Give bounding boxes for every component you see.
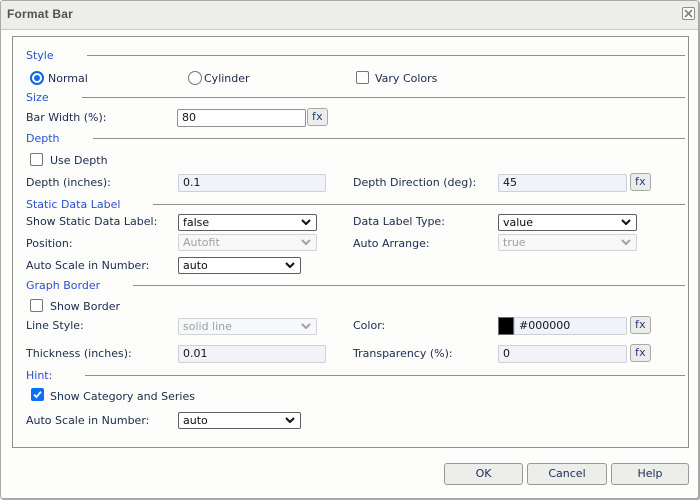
auto-scale-value: auto: [183, 259, 208, 272]
section-style-rule: [86, 55, 685, 56]
transparency-label: Transparency (%):: [353, 347, 453, 360]
section-depth-label: Depth: [26, 132, 60, 145]
checkbox-show-border-label: Show Border: [50, 300, 121, 313]
depth-direction-input: 45: [498, 174, 627, 192]
line-style-select: solid line: [178, 318, 317, 335]
auto-scale2-value: auto: [183, 414, 208, 427]
position-label: Position:: [26, 237, 73, 250]
section-style-label: Style: [26, 49, 54, 62]
auto-scale2-select[interactable]: auto: [178, 412, 301, 429]
thickness-input: 0.01: [178, 345, 326, 363]
color-label: Color:: [353, 319, 386, 332]
data-label-type-select[interactable]: value: [498, 214, 637, 231]
auto-arrange-select: true: [498, 234, 637, 251]
checkbox-show-border[interactable]: [30, 299, 43, 312]
chevron-down-icon: [285, 416, 295, 423]
section-graph-border-label: Graph Border: [26, 279, 101, 292]
checkbox-show-category-label: Show Category and Series: [50, 390, 195, 403]
radio-cylinder[interactable]: [188, 71, 202, 85]
transparency-fx-button[interactable]: fx: [630, 344, 651, 362]
show-static-data-label-label: Show Static Data Label:: [26, 215, 158, 228]
depth-direction-fx-button[interactable]: fx: [630, 173, 651, 191]
radio-normal[interactable]: [30, 71, 44, 85]
auto-scale2-label: Auto Scale in Number:: [26, 414, 150, 427]
radio-normal-label: Normal: [48, 72, 88, 85]
help-button[interactable]: Help: [611, 463, 689, 485]
section-depth-rule: [92, 138, 685, 139]
close-button[interactable]: [682, 7, 695, 20]
depth-inches-input: 0.1: [178, 174, 326, 192]
depth-direction-label: Depth Direction (deg):: [353, 176, 477, 189]
position-select: Autofit: [178, 234, 317, 251]
auto-scale-label: Auto Scale in Number:: [26, 259, 150, 272]
section-static-data-label-label: Static Data Label: [26, 198, 121, 211]
bar-width-label: Bar Width (%):: [26, 111, 107, 124]
line-style-label: Line Style:: [26, 319, 84, 332]
checkbox-vary-colors-label: Vary Colors: [375, 72, 438, 85]
color-fx-button[interactable]: fx: [630, 316, 651, 334]
cancel-button[interactable]: Cancel: [527, 463, 607, 485]
section-size-rule: [81, 97, 685, 98]
depth-inches-label: Depth (inches):: [26, 176, 111, 189]
dialog-title: Format Bar: [7, 7, 74, 21]
thickness-label: Thickness (inches):: [26, 347, 132, 360]
data-label-type-label: Data Label Type:: [353, 215, 445, 228]
chevron-down-icon: [621, 218, 631, 225]
auto-scale-select[interactable]: auto: [178, 257, 301, 274]
section-depth: Depth: [26, 132, 685, 145]
section-style: Style: [26, 49, 685, 62]
color-input: #000000: [514, 317, 627, 335]
title-bar: Format Bar: [1, 1, 698, 30]
section-hint: Hint:: [26, 369, 685, 382]
auto-arrange-value: true: [503, 236, 526, 249]
check-icon: [33, 391, 42, 399]
auto-arrange-label: Auto Arrange:: [353, 237, 430, 250]
position-value: Autofit: [183, 236, 220, 249]
checkbox-use-depth[interactable]: [30, 153, 43, 166]
section-graph-border-rule: [133, 285, 685, 286]
section-static-data-label-rule: [153, 204, 685, 205]
line-style-value: solid line: [183, 320, 232, 333]
chevron-down-icon: [301, 322, 311, 329]
bar-width-input[interactable]: 80: [177, 109, 306, 127]
close-icon: [684, 9, 693, 18]
section-hint-label: Hint:: [26, 369, 53, 382]
chevron-down-icon: [301, 218, 311, 225]
transparency-input: 0: [498, 345, 627, 363]
checkbox-vary-colors[interactable]: [356, 71, 369, 84]
chevron-down-icon: [621, 238, 631, 245]
bar-width-fx-button[interactable]: fx: [307, 108, 328, 126]
section-graph-border: Graph Border: [26, 279, 685, 292]
section-hint-rule: [85, 375, 685, 376]
color-swatch[interactable]: [498, 317, 514, 335]
ok-button[interactable]: OK: [444, 463, 523, 485]
format-bar-dialog: Format Bar Style Normal Cylinder Vary Co…: [0, 0, 699, 499]
section-size: Size: [26, 91, 685, 104]
section-size-label: Size: [26, 91, 49, 104]
show-static-data-label-select[interactable]: false: [178, 214, 317, 231]
checkbox-use-depth-label: Use Depth: [50, 154, 108, 167]
radio-cylinder-label: Cylinder: [204, 72, 250, 85]
data-label-type-value: value: [503, 216, 534, 229]
chevron-down-icon: [285, 261, 295, 268]
section-static-data-label: Static Data Label: [26, 198, 685, 211]
show-static-data-label-value: false: [183, 216, 210, 229]
chevron-down-icon: [301, 238, 311, 245]
checkbox-show-category[interactable]: [31, 388, 44, 401]
